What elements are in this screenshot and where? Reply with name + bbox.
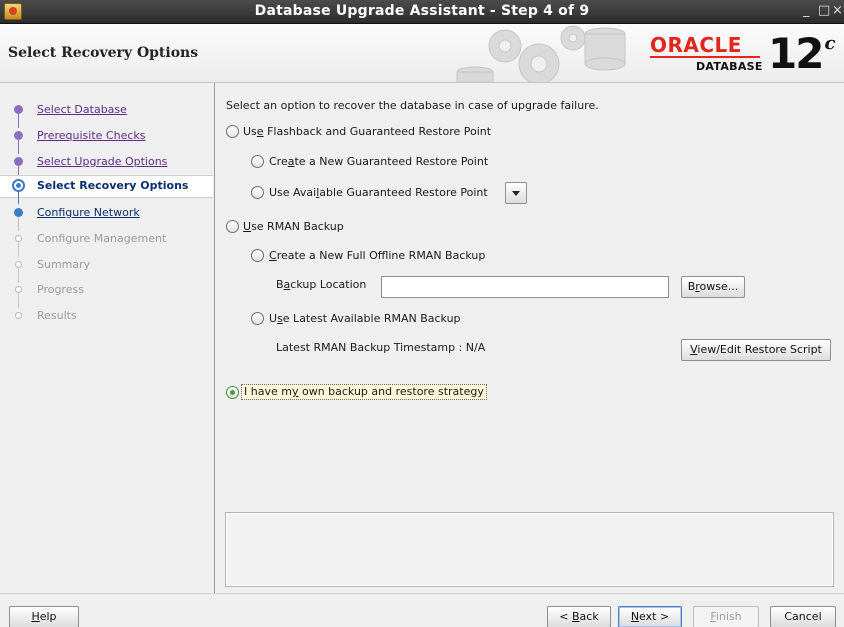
flashback-label[interactable]: Use Flashback and Guaranteed Restore Poi… xyxy=(243,125,491,138)
step-done-icon xyxy=(14,157,23,166)
maximize-button[interactable]: □ xyxy=(818,3,830,18)
flashback-radio[interactable] xyxy=(226,125,239,138)
step-select-recovery-options[interactable]: Select Recovery Options xyxy=(0,175,213,204)
cancel-button[interactable]: Cancel xyxy=(770,606,836,627)
window-title-bar: Database Upgrade Assistant - Step 4 of 9… xyxy=(0,0,844,24)
wizard-footer: Help < Back Next > Finish Cancel xyxy=(0,593,844,627)
step-configure-network[interactable]: Configure Network xyxy=(0,203,213,231)
intro-text: Select an option to recover the database… xyxy=(226,99,599,112)
own-strategy-label[interactable]: I have my own backup and restore strateg… xyxy=(241,384,487,400)
rman-timestamp-text: Latest RMAN Backup Timestamp : N/A xyxy=(276,341,486,354)
use-restore-point-label[interactable]: Use Available Guaranteed Restore Point xyxy=(269,186,488,199)
step-results: Results xyxy=(0,306,213,326)
step-pending-icon xyxy=(15,312,22,319)
step-configure-management: Configure Management xyxy=(0,229,213,257)
step-select-upgrade-options[interactable]: Select Upgrade Options xyxy=(0,152,213,180)
create-restore-point-radio[interactable] xyxy=(251,155,264,168)
step-label: Summary xyxy=(37,258,91,271)
rman-backup-radio[interactable] xyxy=(226,220,239,233)
steps-sidebar: Select Database Prerequisite Checks Sele… xyxy=(0,83,215,593)
own-strategy-radio[interactable] xyxy=(226,386,239,399)
step-current-icon xyxy=(12,179,25,192)
step-select-database[interactable]: Select Database xyxy=(0,100,213,128)
backup-location-label: Backup Location xyxy=(276,278,367,291)
step-done-icon xyxy=(14,105,23,114)
oracle-database-12c-logo: ORACLE DATABASE 12 c xyxy=(650,29,835,78)
latest-rman-backup-label[interactable]: Use Latest Available RMAN Backup xyxy=(269,312,461,325)
step-progress: Progress xyxy=(0,280,213,308)
step-label: Select Database xyxy=(37,103,127,116)
step-prerequisite-checks[interactable]: Prerequisite Checks xyxy=(0,126,213,154)
step-label: Select Upgrade Options xyxy=(37,155,168,168)
window-title: Database Upgrade Assistant - Step 4 of 9 xyxy=(254,3,590,19)
step-pending-icon xyxy=(15,235,22,242)
step-label: Configure Management xyxy=(37,232,167,245)
restore-point-dropdown[interactable] xyxy=(505,182,527,204)
page-header: Select Recovery Options ORACLE DATABASE … xyxy=(0,24,844,83)
chevron-down-icon xyxy=(512,191,520,196)
messages-pane xyxy=(225,512,834,587)
step-summary: Summary xyxy=(0,255,213,283)
step-pending-icon xyxy=(15,286,22,293)
browse-button[interactable]: Browse... xyxy=(681,276,745,298)
step-label: Results xyxy=(37,309,77,322)
step-label: Configure Network xyxy=(37,206,140,219)
create-rman-backup-radio[interactable] xyxy=(251,249,264,262)
page-title: Select Recovery Options xyxy=(8,45,199,61)
step-pending-icon xyxy=(15,261,22,268)
use-restore-point-radio[interactable] xyxy=(251,186,264,199)
step-label: Select Recovery Options xyxy=(37,179,189,192)
create-rman-backup-label[interactable]: Create a New Full Offline RMAN Backup xyxy=(269,249,485,262)
step-label: Prerequisite Checks xyxy=(37,129,146,142)
rman-backup-label[interactable]: Use RMAN Backup xyxy=(243,220,344,233)
step-done-icon xyxy=(14,131,23,140)
step-next-icon xyxy=(14,208,23,217)
help-button[interactable]: Help xyxy=(9,606,79,627)
back-button[interactable]: < Back xyxy=(547,606,611,627)
view-edit-restore-script-button[interactable]: View/Edit Restore Script xyxy=(681,339,831,361)
minimize-button[interactable]: _ xyxy=(803,3,810,18)
next-button[interactable]: Next > xyxy=(618,606,682,627)
latest-rman-backup-radio[interactable] xyxy=(251,312,264,325)
step-label: Progress xyxy=(37,283,84,296)
create-restore-point-label[interactable]: Create a New Guaranteed Restore Point xyxy=(269,155,488,168)
close-button[interactable]: × xyxy=(832,3,843,18)
backup-location-input[interactable] xyxy=(381,276,669,298)
recovery-options-panel: Select an option to recover the database… xyxy=(216,83,844,593)
finish-button: Finish xyxy=(693,606,759,627)
gears-graphic xyxy=(456,25,626,82)
